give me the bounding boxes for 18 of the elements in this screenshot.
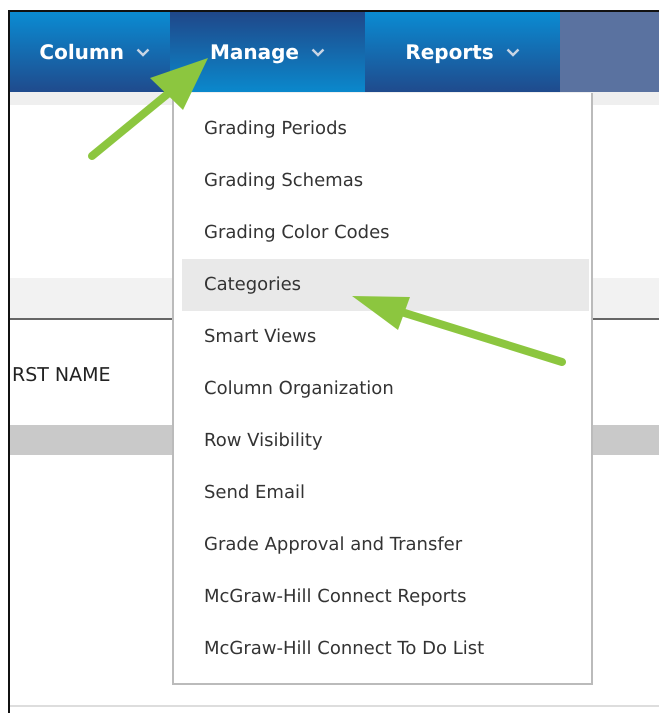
menu-item[interactable]: Send Email [182, 467, 589, 519]
menu-item[interactable]: Grading Periods [182, 103, 589, 155]
menu-item[interactable]: McGraw-Hill Connect Reports [182, 571, 589, 623]
nav-menu-tab[interactable]: Reports [365, 12, 560, 92]
menu-item[interactable]: Categories [182, 259, 589, 311]
menu-item[interactable]: Row Visibility [182, 415, 589, 467]
menu-item[interactable]: Grade Approval and Transfer [182, 519, 589, 571]
chevron-down-icon [311, 48, 325, 56]
nav-menu-tab[interactable]: Column [10, 12, 170, 92]
menu-item[interactable]: McGraw-Hill Connect To Do List [182, 623, 589, 675]
menu-item[interactable]: Grading Color Codes [182, 207, 589, 259]
column-header: RST NAME [12, 362, 111, 386]
menu-item[interactable]: Grading Schemas [182, 155, 589, 207]
menu-item[interactable]: Column Organization [182, 363, 589, 415]
chevron-down-icon [506, 48, 520, 56]
chevron-down-icon [136, 48, 150, 56]
nav-menu-tab[interactable]: Manage [170, 12, 365, 92]
menu-item[interactable]: Smart Views [182, 311, 589, 363]
